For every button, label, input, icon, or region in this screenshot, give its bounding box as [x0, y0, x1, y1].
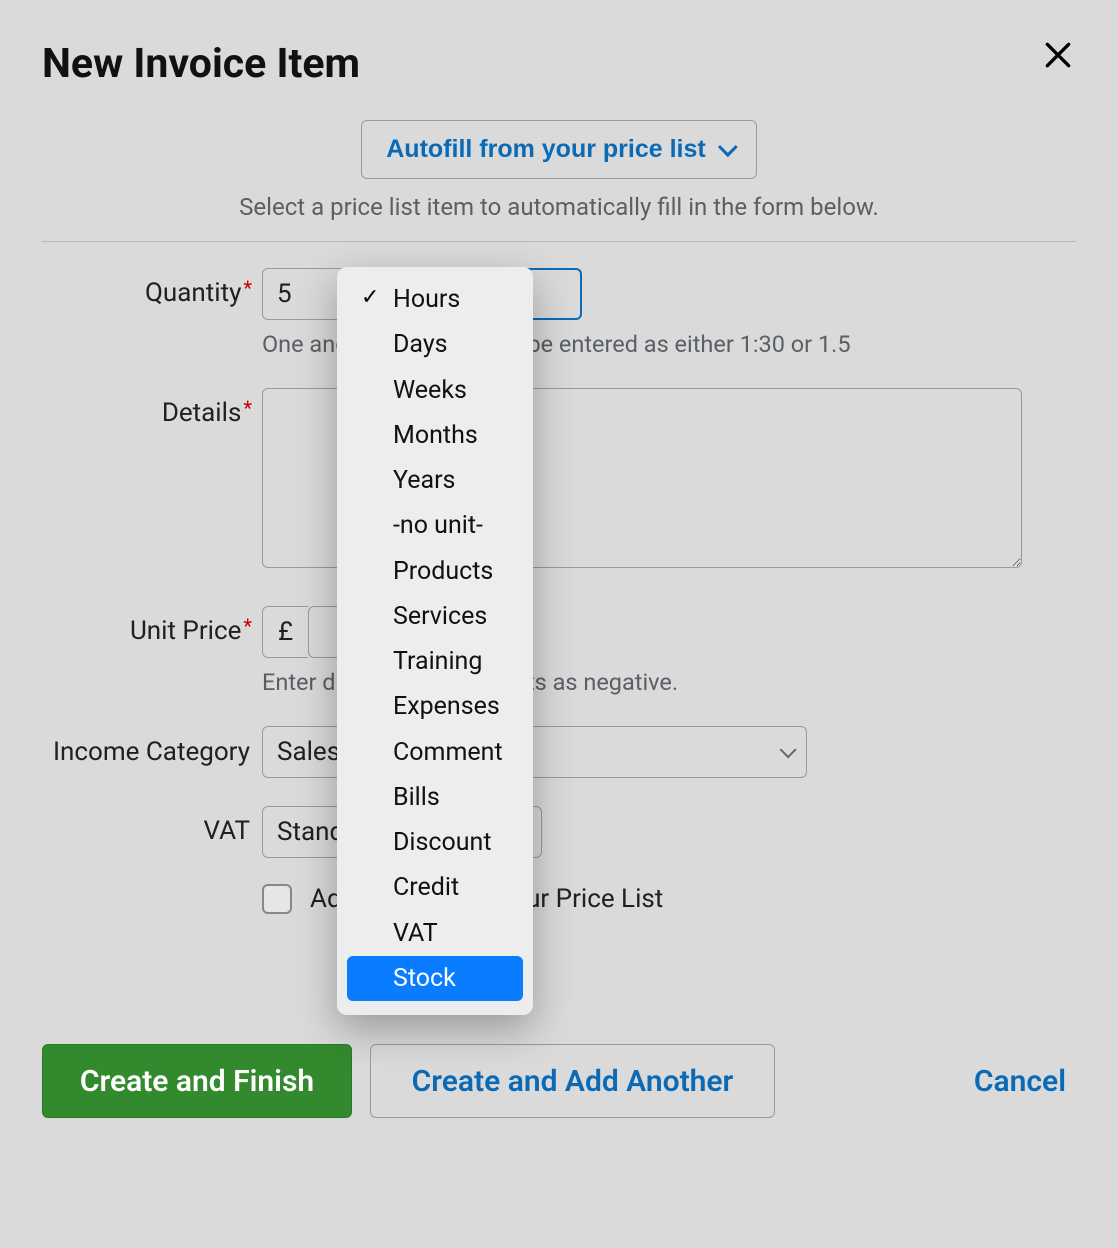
autofill-button[interactable]: Autofill from your price list	[361, 120, 756, 179]
unit-option-discount[interactable]: Discount	[347, 820, 523, 865]
unit-option-training[interactable]: Training	[347, 639, 523, 684]
quantity-label: Quantity	[42, 268, 262, 308]
unit-option-weeks[interactable]: Weeks	[347, 368, 523, 413]
close-icon	[1042, 39, 1074, 71]
cancel-button[interactable]: Cancel	[964, 1044, 1076, 1118]
price-list-checkbox[interactable]	[262, 884, 292, 914]
unit-option-years[interactable]: Years	[347, 458, 523, 503]
unit-option-comment[interactable]: Comment	[347, 730, 523, 775]
unit-option-stock[interactable]: Stock	[347, 956, 523, 1001]
close-button[interactable]	[1038, 35, 1078, 75]
create-and-finish-button[interactable]: Create and Finish	[42, 1044, 352, 1118]
income-category-value: Sales	[277, 737, 340, 767]
unit-option-vat[interactable]: VAT	[347, 911, 523, 956]
details-label: Details	[42, 388, 262, 428]
unit-option-months[interactable]: Months	[347, 413, 523, 458]
unit-option-services[interactable]: Services	[347, 594, 523, 639]
unit-price-label: Unit Price	[42, 606, 262, 646]
unit-option-hours[interactable]: Hours	[347, 277, 523, 322]
autofill-label: Autofill from your price list	[386, 135, 705, 164]
chevron-down-icon	[718, 137, 738, 157]
income-category-label: Income Category	[42, 726, 262, 770]
unit-option-products[interactable]: Products	[347, 549, 523, 594]
unit-option-credit[interactable]: Credit	[347, 865, 523, 910]
divider	[42, 241, 1076, 242]
unit-option--no-unit-[interactable]: -no unit-	[347, 503, 523, 548]
create-and-add-another-button[interactable]: Create and Add Another	[370, 1044, 775, 1118]
unit-option-expenses[interactable]: Expenses	[347, 684, 523, 729]
autofill-help: Select a price list item to automaticall…	[42, 193, 1076, 221]
chevron-down-icon	[780, 741, 797, 758]
modal-title: New Invoice Item	[42, 40, 1076, 88]
currency-symbol: £	[262, 606, 308, 658]
unit-option-days[interactable]: Days	[347, 322, 523, 367]
vat-label: VAT	[42, 806, 262, 846]
unit-dropdown-popup[interactable]: HoursDaysWeeksMonthsYears-no unit-Produc…	[337, 267, 533, 1015]
unit-option-bills[interactable]: Bills	[347, 775, 523, 820]
